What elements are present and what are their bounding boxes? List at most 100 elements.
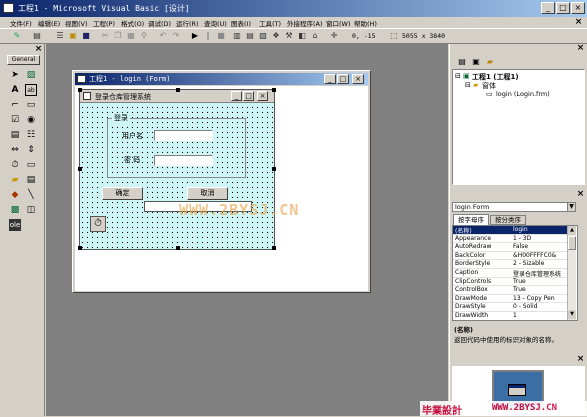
scroll-thumb[interactable] <box>568 236 576 250</box>
view-object-icon[interactable]: ▣ <box>470 56 482 68</box>
property-row[interactable]: BackColor &H00FFFFC0& <box>453 252 571 261</box>
property-row[interactable]: DrawMode 13 - Copy Pen <box>453 295 571 304</box>
object-select[interactable]: login Form <box>452 202 576 212</box>
redo-icon[interactable]: ↷ <box>171 31 181 41</box>
form-window-minimize-button[interactable]: _ <box>324 74 336 84</box>
username-field[interactable] <box>154 130 213 141</box>
filelistbox-tool-icon[interactable]: ▤ <box>25 174 37 186</box>
timer-control-icon[interactable]: ⏱ <box>90 216 106 232</box>
hscrollbar-tool-icon[interactable]: ⇔ <box>9 144 21 156</box>
maximize-button[interactable]: □ <box>556 2 570 14</box>
vscrollbar-tool-icon[interactable]: ⇕ <box>25 144 37 156</box>
frame-tool-icon[interactable]: ⌐ <box>9 99 21 111</box>
property-value[interactable]: login <box>513 226 571 233</box>
property-row[interactable]: AutoRedraw False <box>453 243 571 252</box>
resize-handle-tr[interactable] <box>272 88 276 92</box>
property-value[interactable]: &H00FFFFC0& <box>513 252 571 259</box>
resize-handle-ml[interactable] <box>78 167 82 171</box>
break-icon[interactable]: ∥ <box>203 31 213 41</box>
property-value[interactable]: 1 - 3D <box>513 235 571 242</box>
form-layout-close-icon[interactable]: × <box>576 355 585 364</box>
properties-window-icon[interactable]: ▤ <box>245 31 255 41</box>
chevron-down-icon[interactable]: ▼ <box>567 202 576 212</box>
property-value[interactable]: 13 - Copy Pen <box>513 295 571 302</box>
property-value[interactable]: True <box>513 286 571 293</box>
property-grid-scrollbar[interactable]: ▲ ▼ <box>567 226 576 320</box>
minimize-button[interactable]: _ <box>541 2 555 14</box>
add-project-icon[interactable]: ✎ <box>12 31 22 41</box>
toggle-folders-icon[interactable]: ▰ <box>484 56 496 68</box>
project-explorer-close-icon[interactable]: × <box>576 44 585 53</box>
menu-query[interactable]: 查询(U) <box>204 18 227 28</box>
password-field[interactable] <box>154 155 213 166</box>
resize-handle-tl[interactable] <box>78 88 82 92</box>
menu-file[interactable]: 文件(F) <box>10 18 32 28</box>
optionbutton-tool-icon[interactable]: ◉ <box>25 114 37 126</box>
property-row[interactable]: Caption 登录仓库管理系统 <box>453 269 571 278</box>
dirlistbox-tool-icon[interactable]: ▰ <box>9 174 21 186</box>
close-button[interactable]: × <box>571 2 585 14</box>
ok-button[interactable]: 确定 <box>102 187 143 200</box>
data-tool-icon[interactable]: ◫ <box>25 204 37 216</box>
save-project-icon[interactable]: ■ <box>81 31 91 41</box>
scroll-down-icon[interactable]: ▼ <box>568 310 576 319</box>
view-code-icon[interactable]: ▤ <box>456 56 468 68</box>
combobox-tool-icon[interactable]: ▤ <box>9 129 21 141</box>
resize-handle-bc[interactable] <box>176 246 180 250</box>
label-tool-icon[interactable]: A <box>9 84 21 96</box>
end-icon[interactable]: ■ <box>216 31 226 41</box>
listbox-tool-icon[interactable]: ☷ <box>25 129 37 141</box>
login-form[interactable]: 登录仓库管理系统 _ □ × 登录 用户名 密 码 确定 取消 ⏱ <box>78 88 276 250</box>
property-value[interactable]: True <box>513 278 571 285</box>
menu-view[interactable]: 视图(V) <box>65 18 88 28</box>
data-view-icon[interactable]: ◧ <box>297 31 307 41</box>
toolbox-close-icon[interactable]: × <box>34 45 43 54</box>
checkbox-tool-icon[interactable]: ☑ <box>9 114 21 126</box>
layout-form-preview[interactable] <box>508 384 526 396</box>
drivelistbox-tool-icon[interactable]: ▭ <box>25 159 37 171</box>
menu-run[interactable]: 运行(R) <box>176 18 199 28</box>
picturebox-tool-icon[interactable]: ▨ <box>25 69 37 81</box>
menu-format[interactable]: 格式(O) <box>121 18 144 28</box>
timer-tool-icon[interactable]: ⏱ <box>9 159 21 171</box>
menu-window[interactable]: 窗口(W) <box>326 18 351 28</box>
property-value[interactable]: 0 - Solid <box>513 303 571 310</box>
component-manager-icon[interactable]: ⌂ <box>310 31 320 41</box>
copy-icon[interactable]: ❐ <box>113 31 123 41</box>
property-value[interactable]: False <box>513 243 571 250</box>
resize-handle-bl[interactable] <box>78 246 82 250</box>
menu-debug[interactable]: 调试(D) <box>148 18 171 28</box>
form-window-maximize-button[interactable]: □ <box>337 74 349 84</box>
ole-tool-icon[interactable]: ole <box>9 219 21 231</box>
tree-folder-collapse-icon[interactable]: ⊟ <box>465 81 471 89</box>
property-value[interactable]: 2 - Sizable <box>513 260 571 267</box>
menu-tools[interactable]: 工具(T) <box>259 18 281 28</box>
start-icon[interactable]: ▶ <box>190 31 200 41</box>
find-icon[interactable]: ⚲ <box>139 31 149 41</box>
tree-login-form-item[interactable]: login (Login.frm) <box>496 90 550 98</box>
property-value[interactable]: 1 <box>513 312 571 319</box>
properties-close-icon[interactable]: × <box>576 190 585 199</box>
resize-handle-br[interactable] <box>272 246 276 250</box>
property-row[interactable]: Appearance 1 - 3D <box>453 235 571 244</box>
add-form-icon[interactable]: ▤ <box>32 31 42 41</box>
paste-icon[interactable]: ▦ <box>126 31 136 41</box>
textbox-tool-icon[interactable]: ab <box>25 84 37 96</box>
shape-tool-icon[interactable]: ◆ <box>9 189 21 201</box>
form-layout-icon[interactable]: ▧ <box>258 31 268 41</box>
mdi-close-icon[interactable]: × <box>574 18 583 27</box>
property-row[interactable]: DrawStyle 0 - Solid <box>453 303 571 312</box>
property-row[interactable]: BorderStyle 2 - Sizable <box>453 260 571 269</box>
resize-handle-tc[interactable] <box>176 88 180 92</box>
cancel-button[interactable]: 取消 <box>187 187 228 200</box>
tab-alphabetic[interactable]: 按字母序 <box>453 214 489 225</box>
login-frame[interactable]: 登录 用户名 密 码 <box>107 113 246 178</box>
property-row[interactable]: ClipControls True <box>453 278 571 287</box>
menu-editor-icon[interactable]: ☰ <box>55 31 65 41</box>
property-row[interactable]: ControlBox True <box>453 286 571 295</box>
menu-diagram[interactable]: 图表(I) <box>231 18 251 28</box>
open-project-icon[interactable]: ▣ <box>68 31 78 41</box>
toolbox-icon[interactable]: ⚒ <box>284 31 294 41</box>
commandbutton-tool-icon[interactable]: ▭ <box>25 99 37 111</box>
pointer-tool-icon[interactable]: ➤ <box>9 69 21 81</box>
